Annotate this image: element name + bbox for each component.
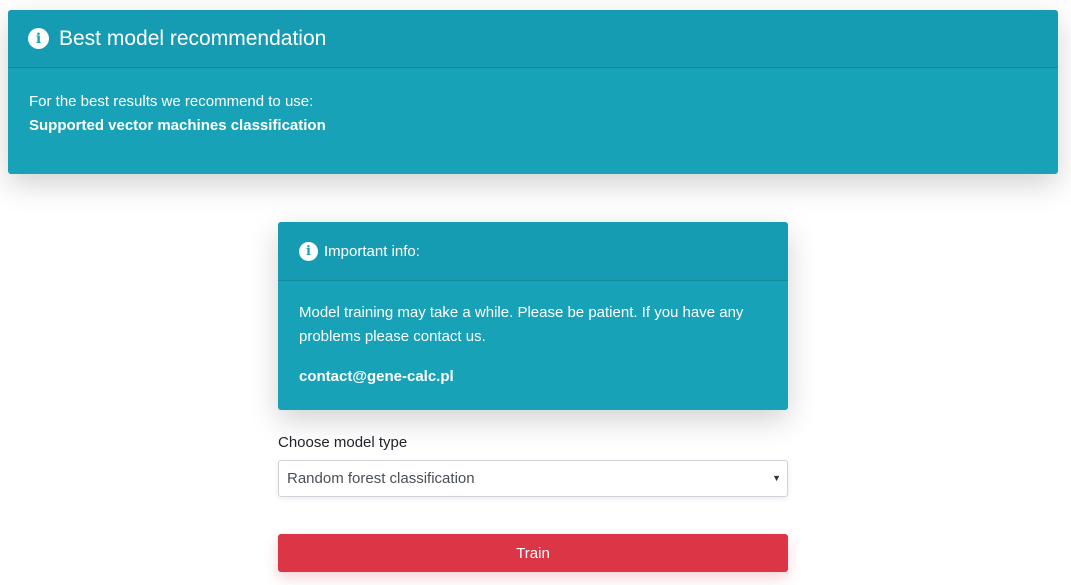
model-type-label: Choose model type <box>278 434 408 451</box>
recommended-model: Supported vector machines classification <box>29 117 326 134</box>
chevron-down-icon: ▼ <box>772 473 781 483</box>
contact-email: contact@gene-calc.pl <box>299 368 454 385</box>
model-form: Choose model type Random forest classifi… <box>278 434 788 572</box>
model-type-select[interactable]: Random forest classification ▼ <box>278 460 788 497</box>
recommendation-intro: For the best results we recommend to use… <box>29 93 314 110</box>
recommendation-card-header: i Best model recommendation <box>8 10 1058 68</box>
info-circle-icon: i <box>299 241 318 261</box>
recommendation-title: Best model recommendation <box>59 26 327 50</box>
important-info-card: i Important info: Model training may tak… <box>278 222 788 410</box>
important-info-body: Model training may take a while. Please … <box>278 281 788 389</box>
important-info-title: Important info: <box>324 242 420 260</box>
important-info-header: i Important info: <box>278 222 788 281</box>
info-circle-icon: i <box>28 28 49 49</box>
train-button[interactable]: Train <box>278 534 788 572</box>
recommendation-card: i Best model recommendation For the best… <box>8 10 1058 174</box>
model-type-selected-value: Random forest classification <box>287 470 475 487</box>
recommendation-card-body: For the best results we recommend to use… <box>8 68 1058 138</box>
important-info-message: Model training may take a while. Please … <box>299 304 744 345</box>
